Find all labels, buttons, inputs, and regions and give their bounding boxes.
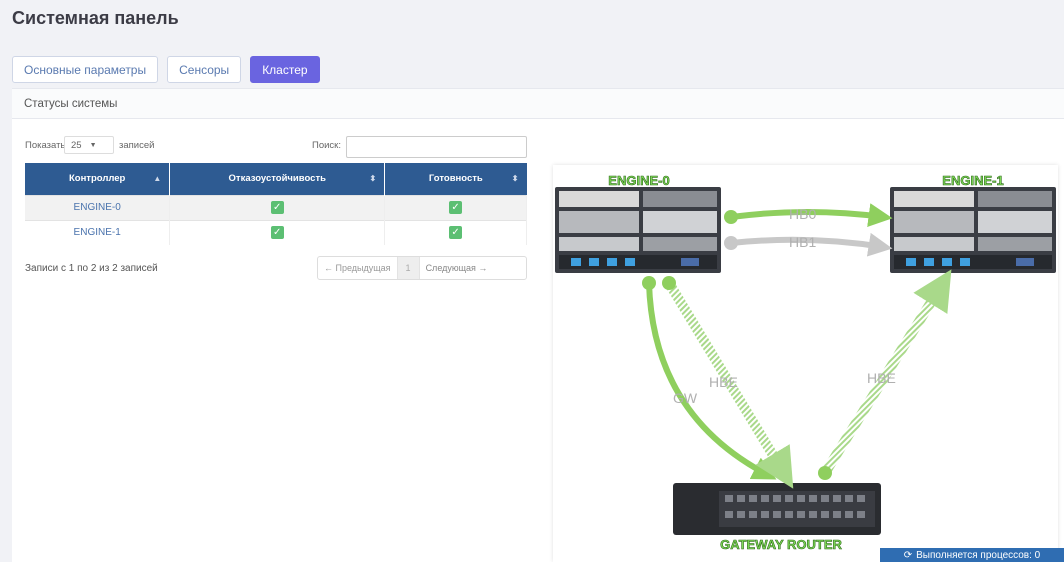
page-number-button[interactable]: 1 [397,257,420,279]
cluster-diagram: ENGINE-0 ENGINE-1 GATEWAY ROUTER HB0 HB1… [553,165,1058,562]
cluster-diagram-svg: ENGINE-0 ENGINE-1 GATEWAY ROUTER HB0 HB1… [555,173,1056,552]
controller-link[interactable]: ENGINE-0 [74,202,121,213]
engine-0-server[interactable] [555,187,721,273]
check-icon: ✓ [449,226,463,240]
tab-main-parameters[interactable]: Основные параметры [12,56,159,83]
process-count-text: Выполняется процессов: 0 [916,549,1041,561]
column-header-fault-tolerance[interactable]: Отказоустойчивость ⬍ [169,163,386,195]
check-icon: ✓ [449,201,463,214]
column-header-controller[interactable]: Контроллер ▲ [25,163,171,195]
process-status-bar[interactable]: ⟳ Выполняется процессов: 0 [880,548,1064,562]
chevron-down-icon: ▼ [89,141,97,149]
sync-icon: ⟳ [903,549,913,561]
link-hbe-right-label: HBE [867,370,896,386]
table-row: ENGINE-1 ✓ ✓ [25,219,527,245]
search-input[interactable] [346,136,527,158]
tab-sensors[interactable]: Сенсоры [167,56,242,83]
page-title: Системная панель [12,8,179,28]
records-label: записей [119,140,155,151]
engine-1-label: ENGINE-1 [942,173,1003,188]
sort-icon: ⬍ [511,174,519,183]
controller-link[interactable]: ENGINE-1 [74,227,121,238]
prev-page-button[interactable]: ← Предыдущая [318,257,398,279]
sort-icon: ⬍ [369,174,377,183]
check-icon: ✓ [270,226,284,240]
table-info: Записи с 1 по 2 из 2 записей [25,263,158,274]
gateway-router-device[interactable] [673,483,881,535]
search-label: Поиск: [312,140,341,151]
link-gw-origin [642,276,656,290]
engine-1-server[interactable] [890,187,1056,273]
page-length-select[interactable]: 25 ▼ [64,136,114,154]
link-gw-label: GW [673,390,698,406]
column-header-readiness[interactable]: Готовность ⬍ [384,163,527,195]
panel-title: Статусы системы [12,89,1064,119]
link-hb1-origin [724,236,738,250]
engine-0-label: ENGINE-0 [608,173,669,188]
gateway-router-label: GATEWAY ROUTER [720,537,842,552]
check-icon: ✓ [270,201,284,214]
table-row: ENGINE-0 ✓ ✓ [25,194,527,220]
link-hb0-origin [724,210,738,224]
link-hbe-left-origin [662,276,676,290]
link-hbe-left-label: HBE [709,374,738,390]
show-label: Показать [25,140,66,151]
link-hbe-right-origin [818,466,832,480]
pagination: ← Предыдущая 1 Следующая → [317,256,527,280]
sort-asc-icon: ▲ [153,174,162,183]
cluster-table: Контроллер ▲ Отказоустойчивость ⬍ Готовн… [25,163,527,245]
page-length-value: 25 [71,139,82,151]
next-page-button[interactable]: Следующая → [420,257,494,279]
tab-bar: Основные параметры Сенсоры Кластер [12,56,320,83]
link-hb0-label: HB0 [789,206,816,222]
link-hb1-label: HB1 [789,234,816,250]
tab-cluster[interactable]: Кластер [250,56,320,83]
